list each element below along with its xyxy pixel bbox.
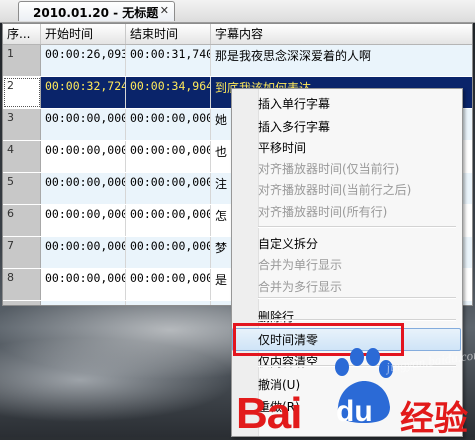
menu-separator — [258, 319, 456, 321]
subtitle-text-cell[interactable]: 那是我夜思念深深爱着的人啊 — [211, 45, 472, 76]
document-tab[interactable]: 2010.01.20 - 无标题 ✕ — [18, 1, 175, 21]
watermark-bai: Bai — [236, 389, 302, 438]
row-index[interactable]: 6 — [3, 205, 41, 236]
header-start-time[interactable]: 开始时间 — [41, 24, 126, 44]
end-time-cell[interactable]: 00:00:00,000 — [126, 141, 211, 172]
end-time-cell[interactable]: 00:00:34,964 — [126, 77, 211, 108]
table-row[interactable]: 1 00:00:26,093 00:00:31,740 那是我夜思念深深爱着的人啊 — [3, 45, 472, 76]
menu-item-align-player-after[interactable]: 对齐播放器时间(当前行之后) — [258, 180, 411, 201]
start-time-cell[interactable]: 00:00:00,000 — [41, 237, 126, 268]
menu-item-merge-multi-line[interactable]: 合并为多行显示 — [258, 277, 342, 298]
start-time-cell[interactable]: 00:00:26,093 — [41, 45, 126, 76]
row-index[interactable]: 8 — [3, 269, 41, 300]
close-icon[interactable]: ✕ — [160, 4, 169, 17]
start-time-cell[interactable]: 00:00:00,000 — [41, 173, 126, 204]
start-time-cell[interactable]: 00:00:00,000 — [41, 269, 126, 300]
menu-item-custom-split[interactable]: 自定义拆分 — [258, 234, 318, 255]
row-index[interactable]: 4 — [3, 141, 41, 172]
watermark-jingyan: 经验 — [400, 399, 468, 439]
start-time-cell[interactable]: 00:00:32,724 — [41, 77, 126, 108]
end-time-cell[interactable]: 00:00:00,000 — [126, 237, 211, 268]
menu-item-shift-time[interactable]: 平移时间 — [258, 138, 306, 159]
menu-separator — [258, 226, 456, 228]
menu-item-insert-multi-line[interactable]: 插入多行字幕 — [258, 117, 330, 138]
grid-header: 序... 开始时间 结束时间 字幕内容 — [3, 24, 472, 45]
header-end-time[interactable]: 结束时间 — [126, 24, 211, 44]
baidu-jingyan-watermark: jingyan.baidu.com Bai du 经验 — [236, 345, 475, 439]
end-time-cell[interactable]: 00:00:00,000 — [126, 109, 211, 140]
row-index[interactable]: 2 — [3, 77, 41, 108]
end-time-cell[interactable] — [126, 301, 211, 305]
header-subtitle-text[interactable]: 字幕内容 — [211, 24, 472, 44]
end-time-cell[interactable]: 00:00:00,000 — [126, 269, 211, 300]
menu-item-align-player-all[interactable]: 对齐播放器时间(所有行) — [258, 202, 387, 223]
end-time-cell[interactable]: 00:00:00,000 — [126, 173, 211, 204]
end-time-cell[interactable]: 00:00:31,740 — [126, 45, 211, 76]
watermark-url: jingyan.baidu.com — [385, 346, 475, 375]
start-time-cell[interactable]: 00:00:00,000 — [41, 205, 126, 236]
start-time-cell[interactable] — [41, 301, 126, 305]
menu-item-align-player-current[interactable]: 对齐播放器时间(仅当前行) — [258, 159, 399, 180]
start-time-cell[interactable]: 00:00:00,000 — [41, 109, 126, 140]
row-index[interactable]: 1 — [3, 45, 41, 76]
tab-bar: 2010.01.20 - 无标题 ✕ — [0, 0, 475, 23]
tab-title: 2010.01.20 - 无标题 — [33, 6, 159, 20]
menu-item-insert-single-line[interactable]: 插入单行字幕 — [258, 94, 330, 115]
end-time-cell[interactable]: 00:00:00,000 — [126, 205, 211, 236]
menu-item-merge-single-line[interactable]: 合并为单行显示 — [258, 255, 342, 276]
row-index[interactable]: 7 — [3, 237, 41, 268]
menu-separator — [258, 297, 456, 299]
row-index[interactable]: 3 — [3, 109, 41, 140]
start-time-cell[interactable]: 00:00:00,000 — [41, 141, 126, 172]
row-index[interactable] — [3, 301, 41, 305]
row-index[interactable]: 5 — [3, 173, 41, 204]
watermark-du: du — [336, 395, 373, 428]
header-index[interactable]: 序... — [3, 24, 41, 44]
